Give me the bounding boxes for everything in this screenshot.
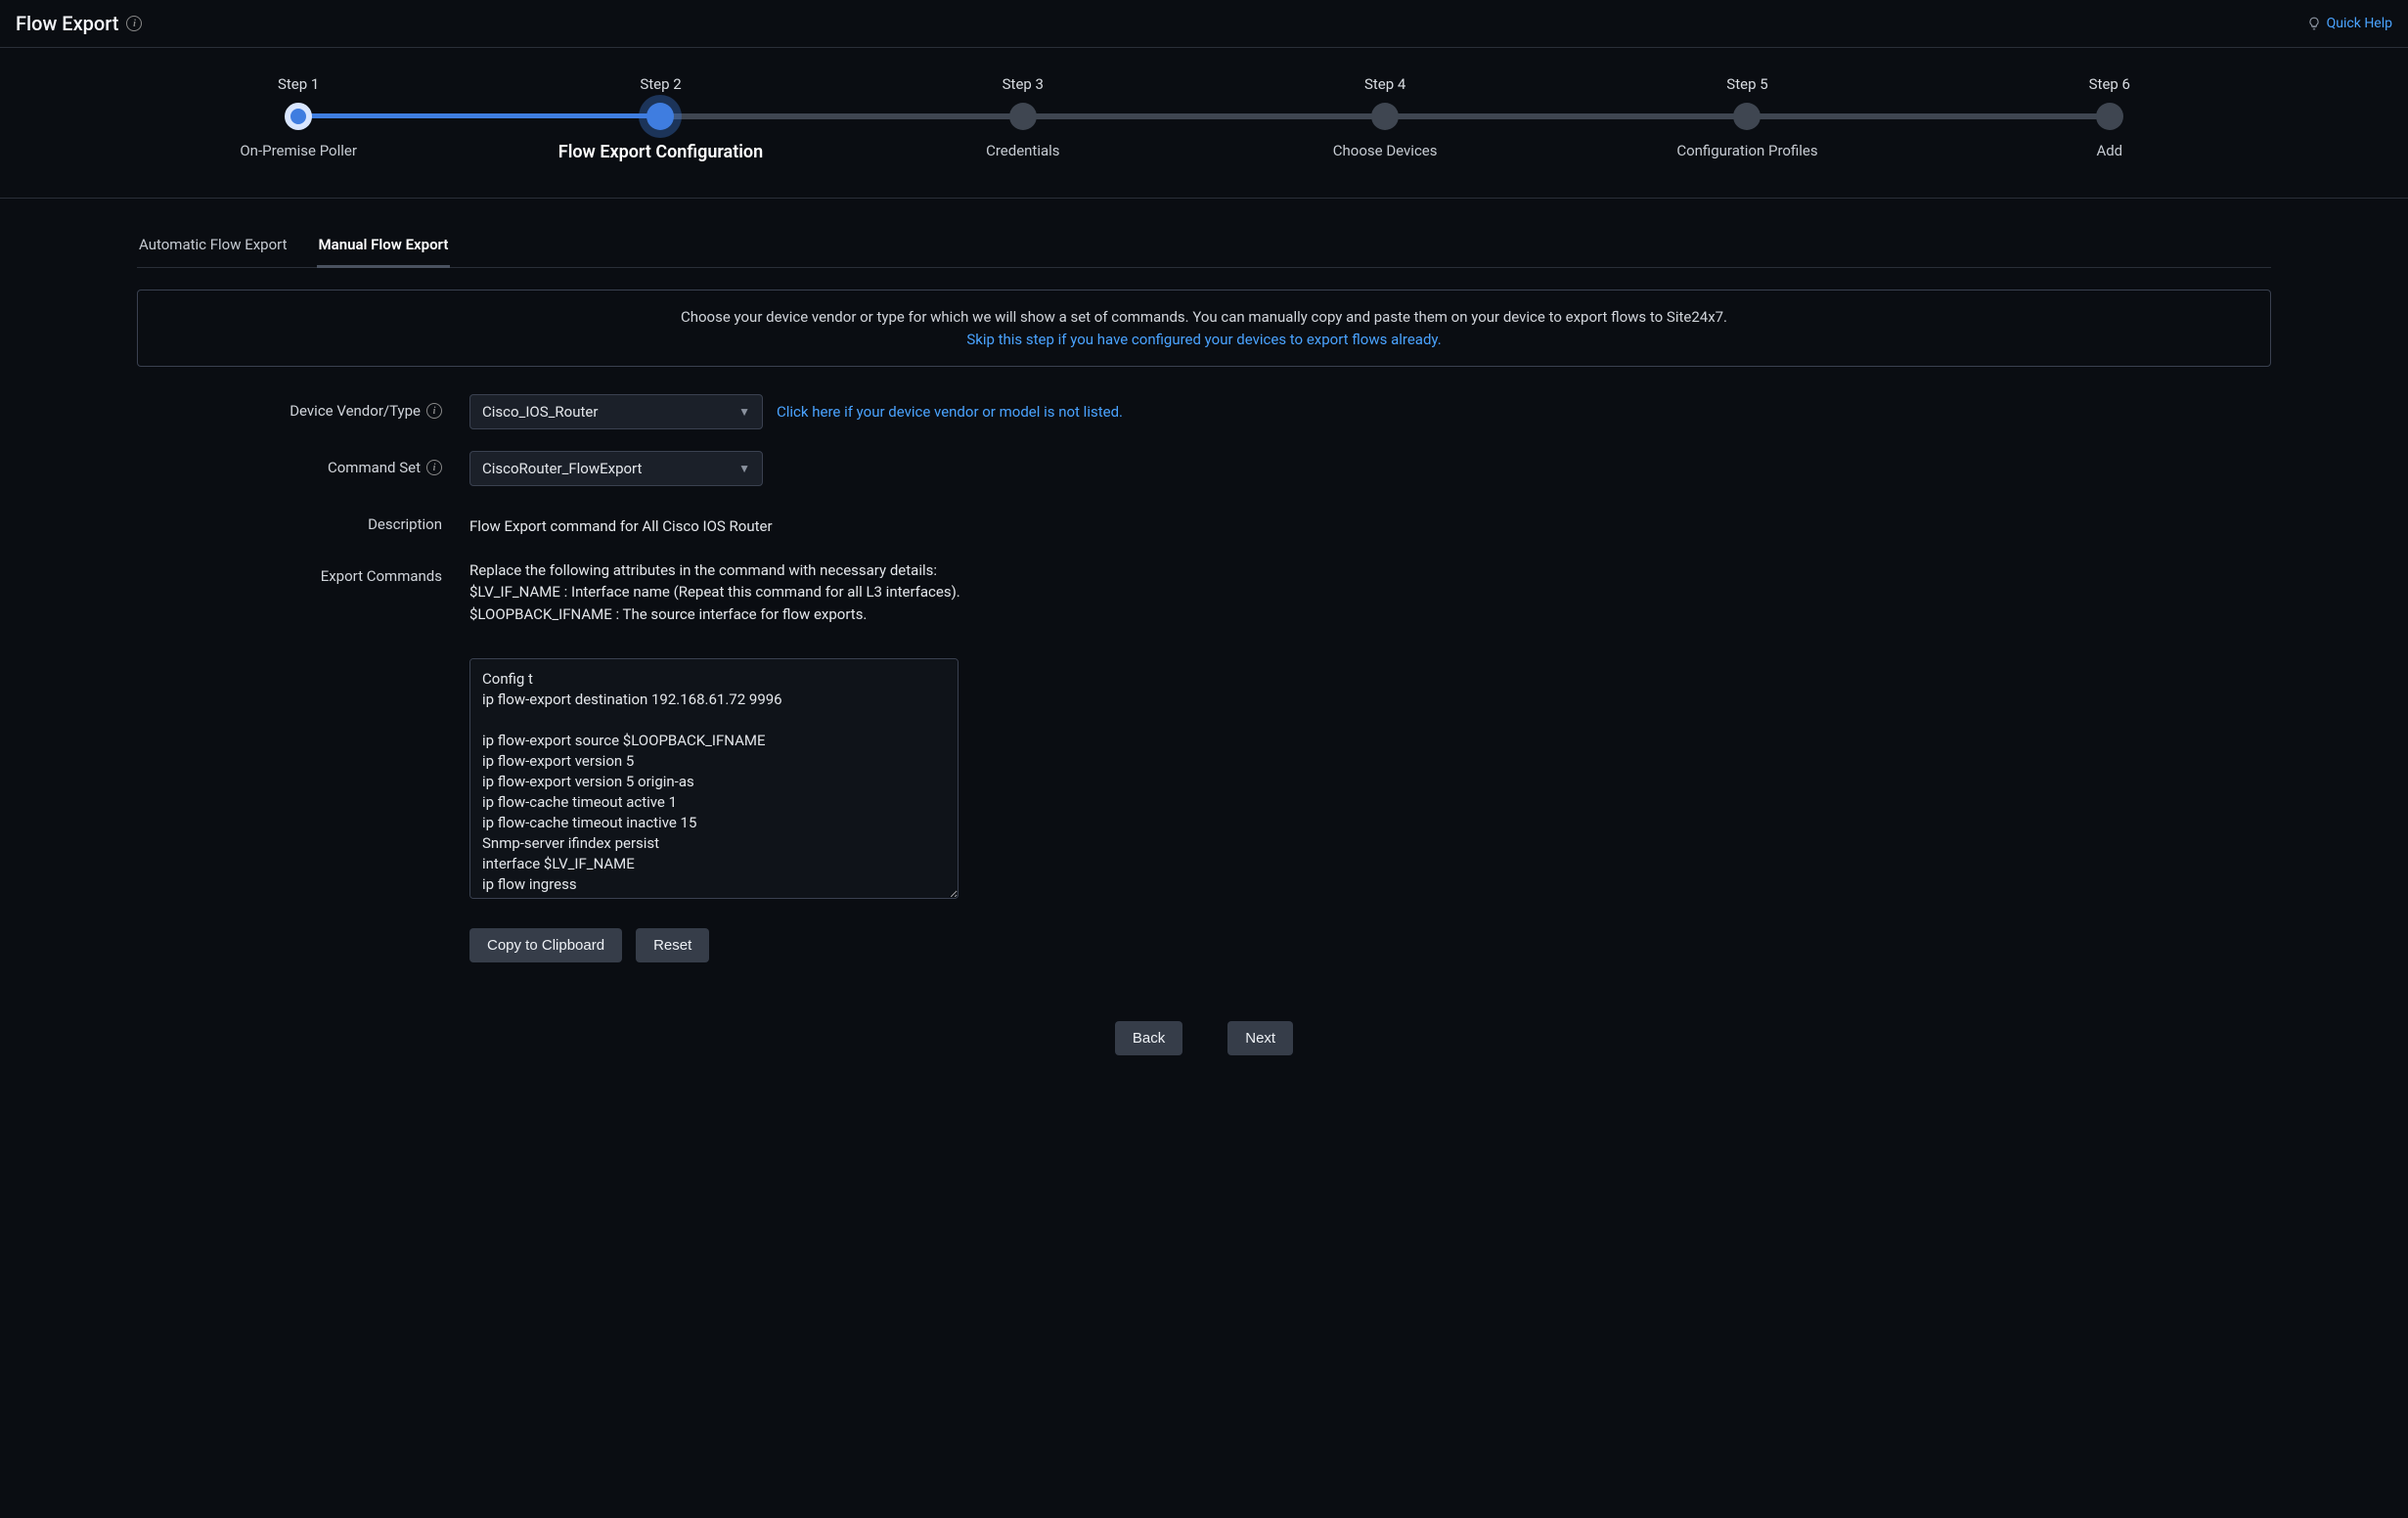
step-bottom-label: Flow Export Configuration (558, 142, 763, 162)
command-set-select[interactable]: CiscoRouter_FlowExport ▼ (469, 451, 763, 486)
step-dot (1733, 103, 1761, 130)
step-top-label: Step 3 (1003, 75, 1044, 93)
description-value: Flow Export command for All Cisco IOS Ro… (469, 508, 773, 538)
page-header: Flow Export i Quick Help (0, 0, 2408, 48)
device-vendor-select[interactable]: Cisco_IOS_Router ▼ (469, 394, 763, 429)
page-title: Flow Export (16, 12, 118, 35)
step-dot (647, 103, 674, 130)
chevron-down-icon: ▼ (738, 405, 750, 419)
next-button[interactable]: Next (1227, 1021, 1293, 1055)
step-top-label: Step 6 (2089, 75, 2130, 93)
reset-button[interactable]: Reset (636, 928, 709, 962)
export-help-line1: Replace the following attributes in the … (469, 561, 937, 579)
export-help-line3: $LOOPBACK_IFNAME : The source interface … (469, 605, 867, 623)
row-device-vendor: Device Vendor/Type i Cisco_IOS_Router ▼ … (137, 394, 2271, 429)
label-export-commands: Export Commands (137, 559, 469, 585)
command-set-value: CiscoRouter_FlowExport (482, 460, 642, 477)
wizard-nav-buttons: Back Next (137, 1021, 2271, 1055)
tab-automatic-flow-export[interactable]: Automatic Flow Export (137, 228, 290, 267)
step-bottom-label: On-Premise Poller (240, 142, 357, 159)
step-connector (1747, 113, 2109, 119)
step-dot (285, 103, 312, 130)
step-1[interactable]: Step 1 On-Premise Poller (117, 75, 479, 159)
row-export-commands: Export Commands Replace the following at… (137, 559, 2271, 963)
step-2[interactable]: Step 2 Flow Export Configuration (479, 75, 841, 162)
info-icon[interactable]: i (426, 403, 442, 419)
label-description: Description (137, 508, 469, 533)
label-command-set: Command Set i (137, 451, 469, 476)
label-device-vendor-text: Device Vendor/Type (290, 402, 421, 420)
copy-to-clipboard-button[interactable]: Copy to Clipboard (469, 928, 622, 962)
back-button[interactable]: Back (1115, 1021, 1182, 1055)
step-top-label: Step 2 (640, 75, 681, 93)
label-device-vendor: Device Vendor/Type i (137, 394, 469, 420)
hint-text: Choose your device vendor or type for wh… (681, 308, 1727, 326)
step-connector (298, 113, 660, 118)
export-help-line2: $LV_IF_NAME : Interface name (Repeat thi… (469, 583, 960, 601)
tab-bar: Automatic Flow Export Manual Flow Export (137, 228, 2271, 268)
step-top-label: Step 1 (278, 75, 319, 93)
label-command-set-text: Command Set (328, 459, 421, 476)
skip-step-link[interactable]: Skip this step if you have configured yo… (966, 331, 1441, 348)
step-connector (1023, 113, 1385, 119)
step-bottom-label: Credentials (986, 142, 1059, 159)
step-bottom-label: Configuration Profiles (1676, 142, 1817, 159)
step-top-label: Step 4 (1364, 75, 1405, 93)
info-icon[interactable]: i (126, 16, 142, 31)
title-wrap: Flow Export i (16, 12, 142, 35)
hint-box: Choose your device vendor or type for wh… (137, 290, 2271, 367)
step-top-label: Step 5 (1726, 75, 1767, 93)
step-bottom-label: Choose Devices (1333, 142, 1438, 159)
chevron-down-icon: ▼ (738, 462, 750, 475)
command-buttons: Copy to Clipboard Reset (469, 928, 709, 962)
step-bottom-label: Add (2096, 142, 2122, 159)
info-icon[interactable]: i (426, 460, 442, 475)
row-command-set: Command Set i CiscoRouter_FlowExport ▼ (137, 451, 2271, 486)
export-commands-textarea[interactable] (469, 658, 959, 899)
quick-help-link[interactable]: Quick Help (2307, 16, 2392, 31)
device-vendor-value: Cisco_IOS_Router (482, 403, 598, 421)
step-connector (1385, 113, 1747, 119)
step-dot (1009, 103, 1037, 130)
content-area: Automatic Flow Export Manual Flow Export… (0, 199, 2408, 1094)
tab-manual-flow-export[interactable]: Manual Flow Export (317, 228, 451, 268)
stepper: Step 1 On-Premise Poller Step 2 Flow Export… (117, 75, 2291, 162)
step-dot (1371, 103, 1399, 130)
quick-help-label: Quick Help (2327, 16, 2392, 31)
stepper-container: Step 1 On-Premise Poller Step 2 Flow Export… (0, 48, 2408, 199)
bulb-icon (2307, 17, 2321, 30)
export-help-text: Replace the following attributes in the … (469, 559, 960, 626)
vendor-not-listed-link[interactable]: Click here if your device vendor or mode… (777, 403, 1123, 421)
step-connector (660, 113, 1022, 119)
row-description: Description Flow Export command for All … (137, 508, 2271, 538)
step-dot (2096, 103, 2123, 130)
